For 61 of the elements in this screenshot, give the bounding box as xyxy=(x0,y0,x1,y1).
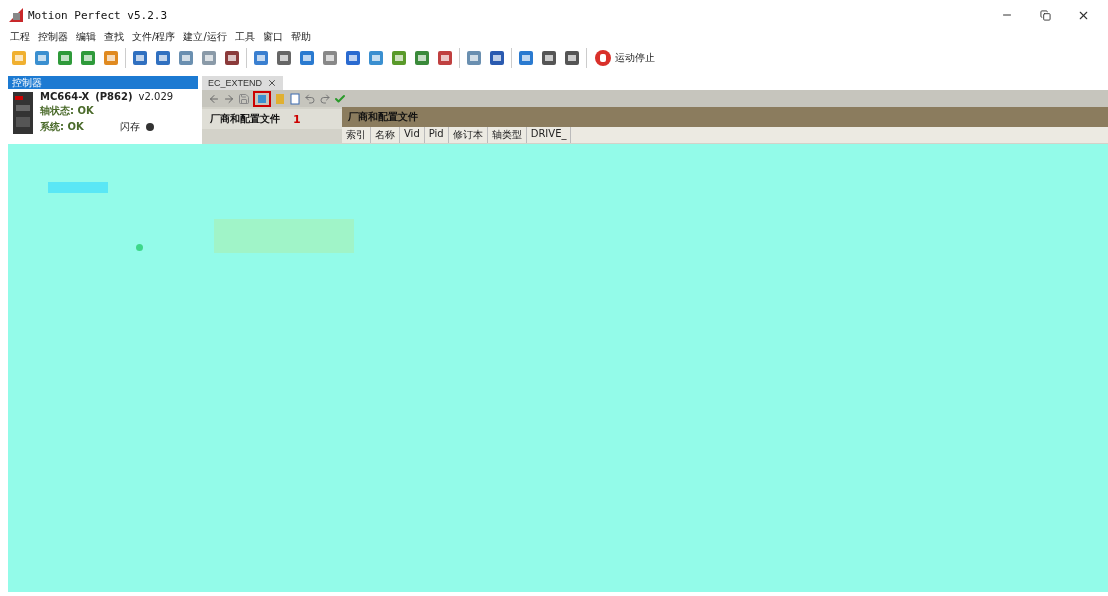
axis-status: 轴状态: OK xyxy=(40,104,95,118)
toolbar-icon[interactable] xyxy=(540,49,558,67)
menu-item[interactable]: 建立/运行 xyxy=(183,30,227,44)
status-dot-icon xyxy=(145,123,154,131)
column-header: Pid xyxy=(424,127,449,143)
toolbar-icon[interactable] xyxy=(177,49,195,67)
column-header: 名称 xyxy=(371,127,400,143)
toolbar-icon[interactable] xyxy=(563,49,581,67)
column-header: Vid xyxy=(400,127,425,143)
undo-icon[interactable] xyxy=(304,92,316,105)
toolbar-icon[interactable] xyxy=(275,49,293,67)
panel-title: 控制器 xyxy=(12,75,42,90)
menu-item[interactable]: 工程 xyxy=(10,30,30,44)
controller-model: MC664-X xyxy=(40,91,90,102)
toolbar-icon[interactable] xyxy=(436,49,454,67)
column-header: 索引 xyxy=(342,127,371,143)
close-icon[interactable] xyxy=(267,78,277,88)
menu-item[interactable]: 帮助 xyxy=(290,30,311,44)
check-icon[interactable] xyxy=(334,92,346,105)
toolbar-icon[interactable] xyxy=(223,49,241,67)
window-title: Motion Perfect v5.2.3 xyxy=(28,8,168,22)
toolbar-icon[interactable] xyxy=(154,49,172,67)
menu-item[interactable]: 工具 xyxy=(234,30,255,44)
forward-icon[interactable] xyxy=(223,92,235,105)
column-header: DRIVE_ xyxy=(526,127,572,143)
controller-device-icon xyxy=(12,91,34,135)
menu-item[interactable]: 文件/程序 xyxy=(132,30,176,44)
toolbar-icon[interactable] xyxy=(321,49,339,67)
column-header: 修订本 xyxy=(448,127,488,143)
toolbar-icon[interactable] xyxy=(390,49,408,67)
restore-icon xyxy=(1039,9,1051,21)
toolbar-icon[interactable] xyxy=(298,49,316,67)
toolbar-icon[interactable] xyxy=(465,49,483,67)
menu-item[interactable]: 窗口 xyxy=(262,30,283,44)
section-title: 厂商和配置文件 xyxy=(348,110,418,124)
back-icon[interactable] xyxy=(208,92,220,105)
toolbar-icon[interactable] xyxy=(488,49,506,67)
toolbar-icon[interactable] xyxy=(252,49,270,67)
flash-label: 闪存 xyxy=(119,120,140,134)
toolbar-icon[interactable] xyxy=(413,49,431,67)
controller-code: (P862) xyxy=(95,91,133,102)
menu-item[interactable]: 控制器 xyxy=(38,30,68,44)
save-icon[interactable] xyxy=(238,92,250,105)
toolbar-icon[interactable] xyxy=(344,49,362,67)
document-icon[interactable] xyxy=(289,92,301,105)
redo-icon[interactable] xyxy=(319,92,331,105)
toolbar-icon[interactable] xyxy=(79,49,97,67)
toolbar-icon[interactable] xyxy=(33,49,51,67)
toolbar-icon[interactable] xyxy=(131,49,149,67)
toolbar-icon[interactable] xyxy=(517,49,535,67)
controller-version: v2.029 xyxy=(138,91,174,102)
column-header: 轴类型 xyxy=(487,127,527,143)
app-logo-icon xyxy=(8,7,24,23)
system-status: 系统: OK xyxy=(40,120,84,134)
annotation-number: 1 xyxy=(293,113,301,126)
toolbar-icon[interactable] xyxy=(367,49,385,67)
toolbar-icon[interactable] xyxy=(56,49,74,67)
editor-tab[interactable]: EC_EXTEND xyxy=(202,76,283,90)
menu-item[interactable]: 查找 xyxy=(104,30,124,44)
menu-item[interactable]: 编辑 xyxy=(76,30,96,44)
stop-button[interactable]: 运动停止 xyxy=(592,49,657,67)
